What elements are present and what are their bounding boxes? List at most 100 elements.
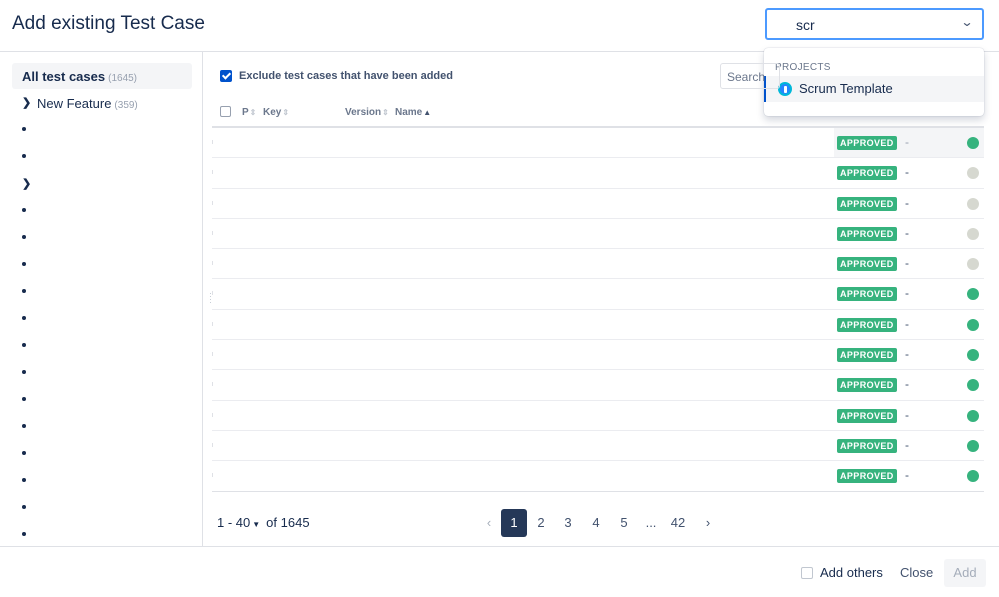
tree-item-bullet[interactable] — [22, 424, 26, 428]
table-row[interactable]: APPROVED - — [212, 279, 984, 310]
tree-item-bullet[interactable] — [22, 370, 26, 374]
table-row[interactable]: APPROVED - — [212, 430, 984, 462]
project-select[interactable]: scr ⌄ — [765, 8, 984, 40]
tree-item-bullet[interactable] — [22, 235, 26, 239]
table-row[interactable]: APPROVED - — [212, 249, 984, 280]
page-button-1[interactable]: 1 — [501, 509, 527, 537]
column-header-key[interactable]: Key⇕ — [263, 107, 289, 118]
status-badge: APPROVED — [837, 166, 897, 181]
status-badge: APPROVED — [837, 408, 897, 423]
dialog-header: Add existing Test Case scr ⌄ — [0, 0, 999, 52]
tree-item-count: (1645) — [108, 73, 138, 84]
status-dot-icon — [967, 137, 979, 149]
status-dot-icon — [967, 288, 979, 301]
table-row[interactable]: APPROVED - — [212, 158, 984, 189]
tree-item-bullet[interactable] — [22, 127, 26, 131]
status-badge: APPROVED — [837, 136, 897, 150]
status-dot-icon — [967, 470, 979, 483]
status-badge: APPROVED — [837, 469, 897, 484]
page-button-5[interactable]: 5 — [611, 509, 637, 537]
sort-icon: ⇕ — [249, 108, 257, 117]
row-placeholder: - — [905, 135, 909, 149]
row-status-cell: APPROVED - — [834, 400, 984, 430]
table-row[interactable]: APPROVED - — [212, 188, 984, 219]
tree-item-bullet[interactable] — [22, 505, 26, 509]
table-row[interactable]: APPROVED - — [212, 461, 984, 492]
row-left-mark — [212, 473, 213, 478]
tree-item-label[interactable]: New Feature — [37, 96, 111, 111]
page-button-42[interactable]: 42 — [665, 509, 691, 537]
prev-page-icon[interactable]: ‹ — [476, 509, 502, 537]
row-placeholder: - — [905, 256, 909, 271]
row-placeholder: - — [905, 316, 909, 331]
tree-item-count: (359) — [114, 100, 138, 111]
page-range[interactable]: 1 - 40 — [217, 515, 250, 530]
search-input[interactable]: Search — [720, 63, 780, 89]
chevron-down-icon[interactable]: ⌄ — [960, 15, 973, 29]
table-row[interactable]: APPROVED - — [212, 309, 984, 341]
table-row[interactable]: APPROVED - — [212, 128, 984, 159]
chevron-down-icon[interactable]: ▼ — [252, 520, 260, 529]
exclude-added-checkbox[interactable] — [220, 70, 232, 82]
next-page-icon[interactable]: › — [695, 509, 721, 537]
tree-item-bullet[interactable] — [22, 289, 26, 293]
add-others-label[interactable]: Add others — [820, 565, 883, 580]
status-badge: APPROVED — [837, 287, 897, 302]
sort-icon: ⇕ — [382, 108, 389, 117]
row-status-cell: APPROVED - — [834, 370, 984, 400]
table-row[interactable]: APPROVED - — [212, 400, 984, 431]
tree-item-bullet[interactable] — [22, 397, 26, 401]
resize-handle-icon[interactable]: · · · · — [209, 289, 212, 307]
row-status-cell: APPROVED - — [834, 128, 984, 158]
status-dot-icon — [967, 227, 979, 240]
exclude-added-label[interactable]: Exclude test cases that have been added — [239, 70, 453, 82]
add-others-checkbox[interactable] — [801, 567, 813, 579]
chevron-right-icon[interactable]: ❯ — [22, 96, 31, 109]
tree-item-bullet[interactable] — [22, 532, 26, 536]
chevron-right-icon[interactable]: ❯ — [22, 177, 31, 190]
row-left-mark — [212, 412, 213, 417]
column-header-version[interactable]: Version⇕ — [345, 107, 389, 118]
row-status-cell: APPROVED - — [834, 340, 984, 370]
status-badge: APPROVED — [837, 196, 897, 211]
column-header-priority[interactable]: P⇕ — [242, 107, 256, 118]
row-status-cell: APPROVED - — [834, 249, 984, 279]
project-select-value[interactable]: scr — [796, 17, 815, 33]
column-header-name[interactable]: Name▲ — [395, 107, 431, 118]
status-badge: APPROVED — [837, 438, 897, 453]
select-all-checkbox[interactable] — [220, 106, 231, 117]
tree-item-bullet[interactable] — [22, 316, 26, 320]
row-left-mark — [212, 382, 213, 387]
page-size-select[interactable]: 1 - 40 ▼ of 1645 — [217, 515, 310, 530]
folder-tree: All test cases (1645) ❯ New Feature (359) … — [0, 52, 203, 546]
add-button[interactable]: Add — [944, 559, 986, 587]
tree-item-bullet[interactable] — [22, 451, 26, 455]
status-badge: APPROVED — [837, 378, 897, 393]
status-dot-icon — [967, 258, 979, 271]
row-left-mark — [212, 170, 213, 175]
row-status-cell: APPROVED - — [834, 188, 984, 218]
tree-item-bullet[interactable] — [22, 208, 26, 212]
tree-item-new-feature[interactable]: New Feature (359) — [37, 96, 138, 111]
tree-item-bullet[interactable] — [22, 262, 26, 266]
page-button-2[interactable]: 2 — [528, 509, 554, 537]
table-bottom-divider — [212, 491, 984, 492]
status-dot-icon — [967, 409, 979, 422]
page-ellipsis[interactable]: ... — [638, 509, 664, 537]
row-status-cell: APPROVED - — [834, 158, 984, 188]
table-row[interactable]: APPROVED - — [212, 218, 984, 250]
tree-item-all-test-cases[interactable]: All test cases (1645) — [12, 63, 192, 89]
test-case-table-body: APPROVED - APPROVED - APPROVED - APPROVED - APPR… — [212, 128, 984, 492]
row-placeholder: - — [905, 407, 909, 422]
table-row[interactable]: APPROVED - — [212, 340, 984, 371]
tree-item-bullet[interactable] — [22, 343, 26, 347]
tree-item-bullet[interactable] — [22, 154, 26, 158]
page-button-4[interactable]: 4 — [583, 509, 609, 537]
tree-item-bullet[interactable] — [22, 478, 26, 482]
row-placeholder: - — [905, 225, 909, 240]
page-button-3[interactable]: 3 — [555, 509, 581, 537]
close-button[interactable]: Close — [890, 559, 943, 587]
table-row[interactable]: APPROVED - — [212, 370, 984, 401]
tree-item-label[interactable]: All test cases — [22, 69, 105, 84]
status-dot-icon — [967, 318, 979, 331]
